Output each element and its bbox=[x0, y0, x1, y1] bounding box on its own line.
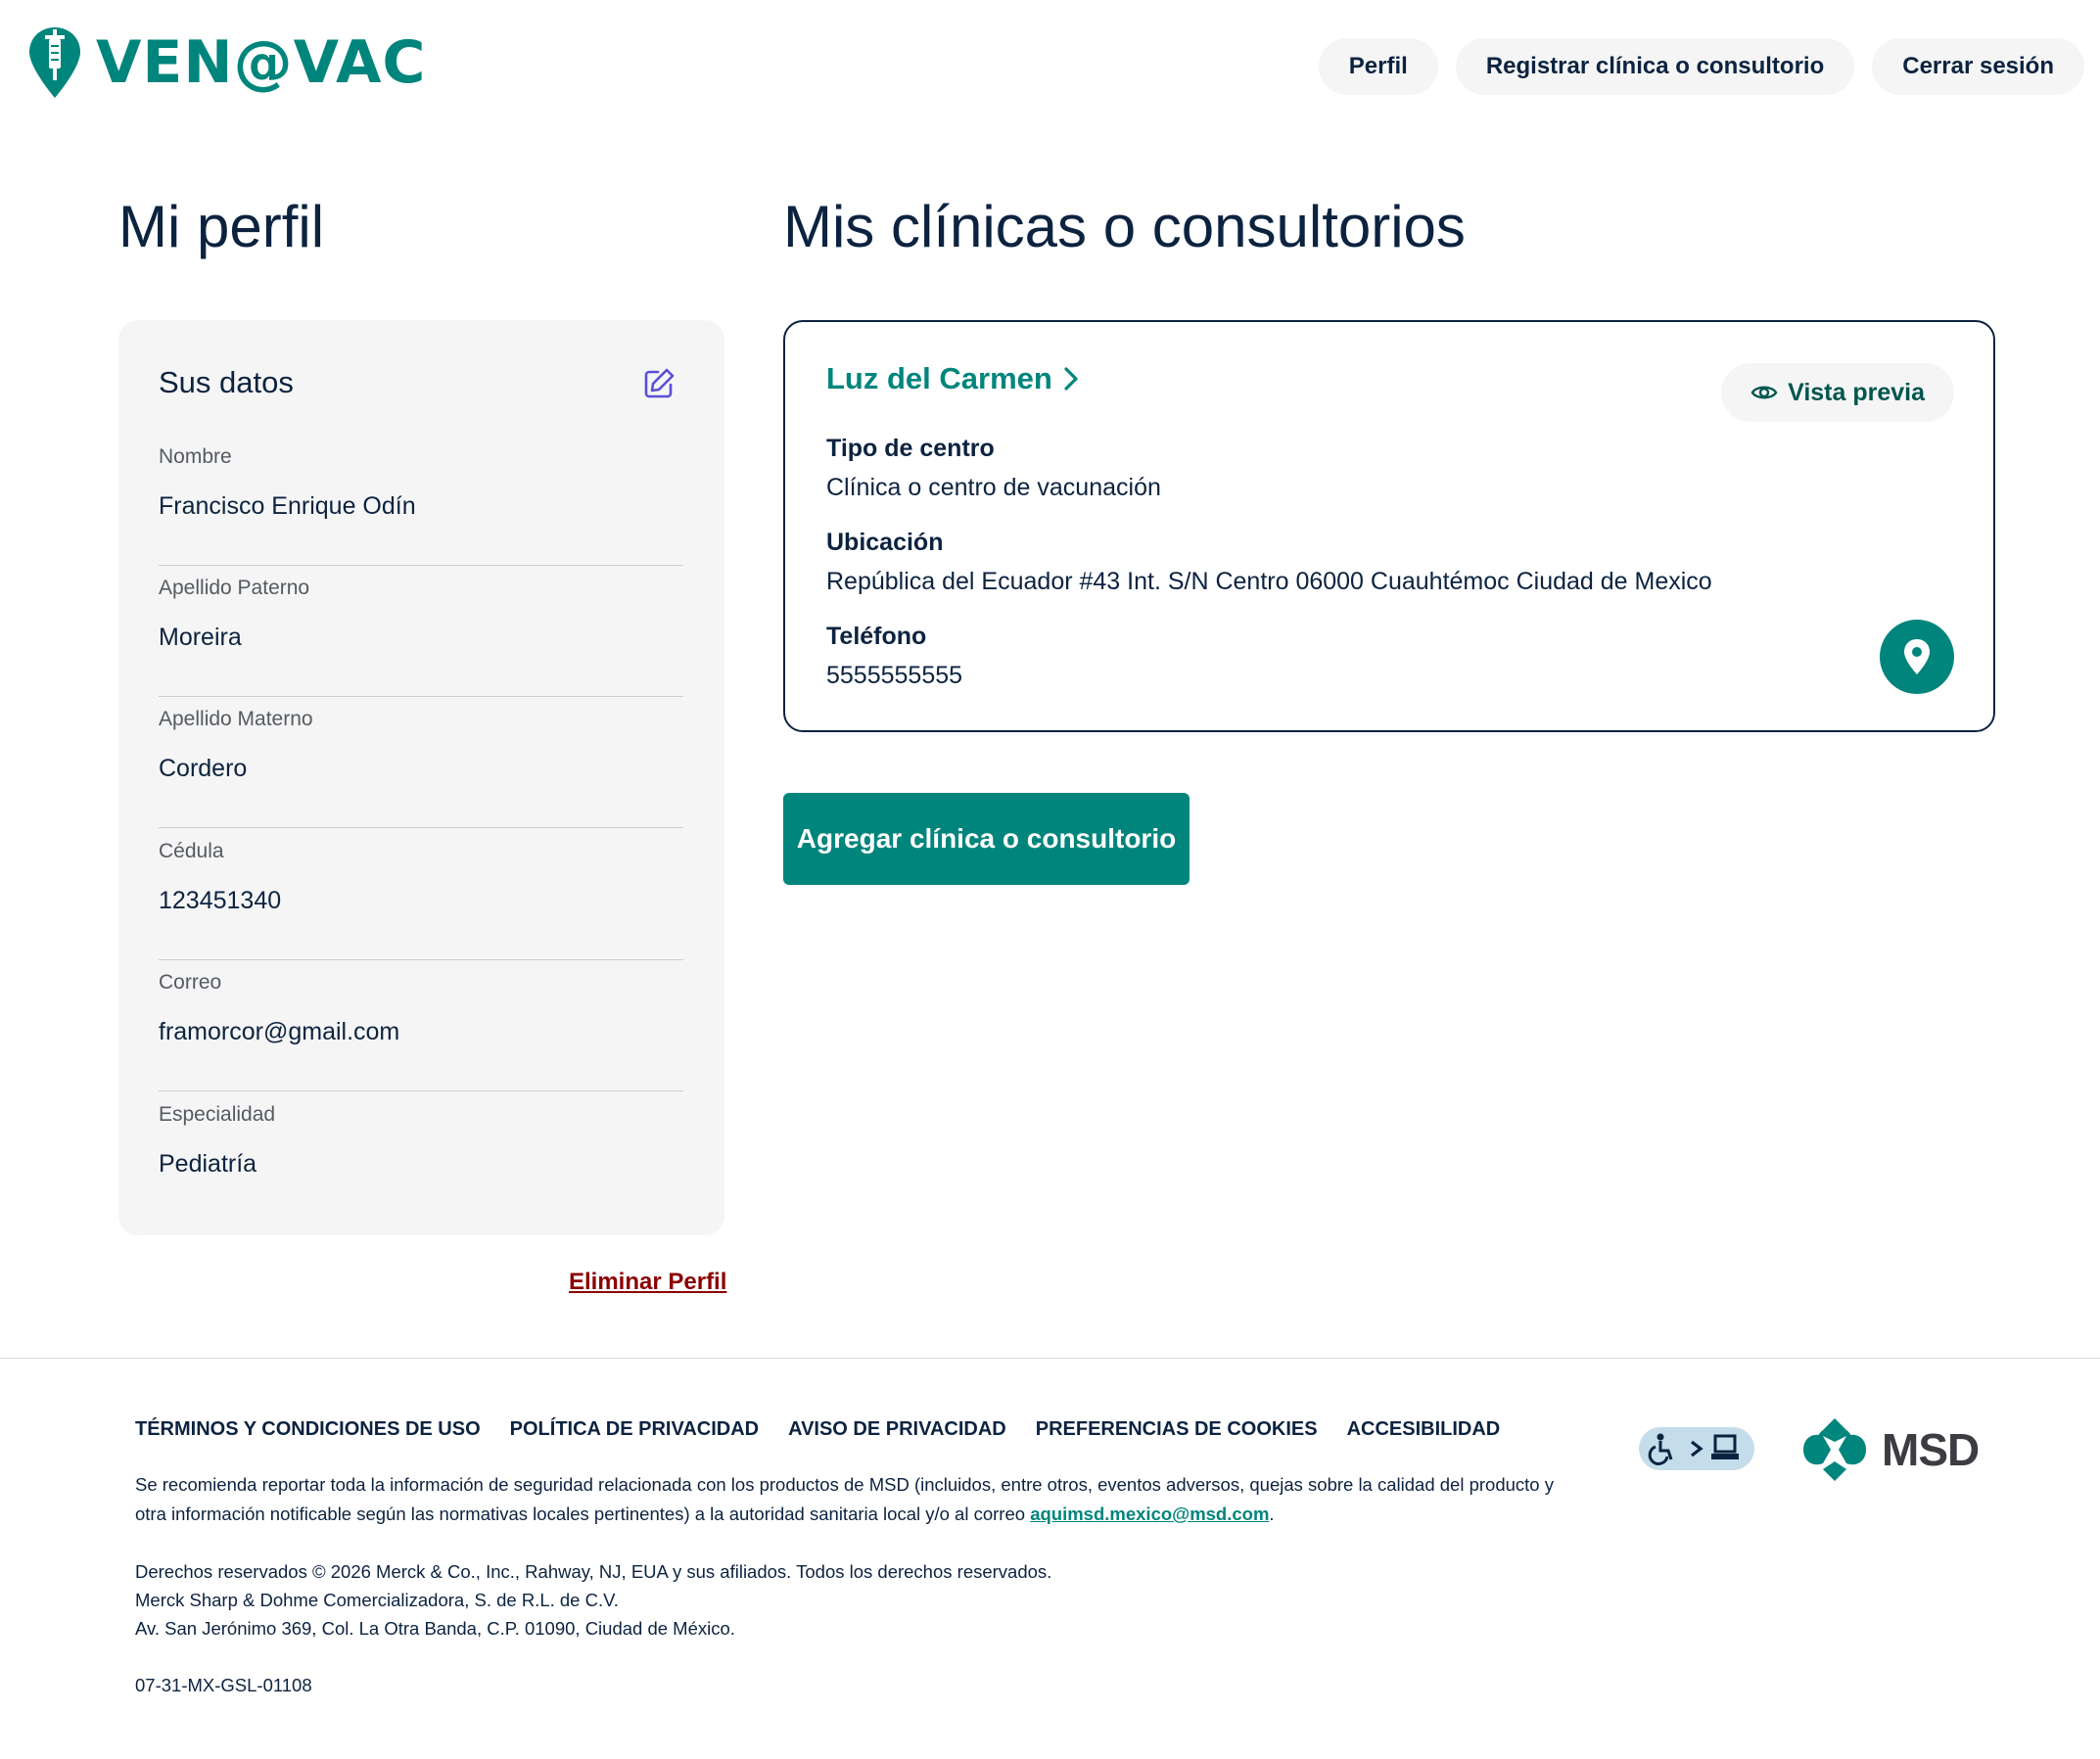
clinic-location-value: República del Ecuador #43 Int. S/N Centr… bbox=[826, 568, 1712, 595]
field-label: Apellido Materno bbox=[159, 708, 313, 730]
field-correo: Correo framorcor@gmail.com bbox=[159, 959, 683, 1091]
footer-code: 07-31-MX-GSL-01108 bbox=[135, 1675, 312, 1695]
field-value: framorcor@gmail.com bbox=[159, 1018, 400, 1045]
edit-icon[interactable] bbox=[642, 367, 676, 400]
footer-link-politica-privacidad[interactable]: POLÍTICA DE PRIVACIDAD bbox=[510, 1418, 759, 1441]
nav-cerrar-sesion-button[interactable]: Cerrar sesión bbox=[1872, 38, 2084, 95]
field-cedula: Cédula 123451340 bbox=[159, 828, 683, 960]
field-nombre: Nombre Francisco Enrique Odín bbox=[159, 434, 683, 566]
clinic-name: Luz del Carmen bbox=[826, 361, 1052, 395]
footer-company: Merck Sharp & Dohme Comercializadora, S.… bbox=[135, 1590, 619, 1610]
clinic-phone-value: 5555555555 bbox=[826, 662, 963, 689]
vaccine-pin-icon bbox=[29, 27, 80, 98]
logo-text: VEN@VAC bbox=[96, 28, 427, 97]
clinic-type-value: Clínica o centro de vacunación bbox=[826, 474, 1161, 501]
field-apellido-paterno: Apellido Paterno Moreira bbox=[159, 565, 683, 697]
field-especialidad: Especialidad Pediatría bbox=[159, 1091, 683, 1223]
field-label: Correo bbox=[159, 971, 222, 994]
footer-notice-end: . bbox=[1269, 1504, 1275, 1524]
field-value: Moreira bbox=[159, 624, 242, 651]
accessibility-icon[interactable] bbox=[1637, 1423, 1758, 1474]
preview-button[interactable]: Vista previa bbox=[1721, 363, 1954, 422]
chevron-right-icon bbox=[1064, 367, 1078, 391]
footer-links: TÉRMINOS Y CONDICIONES DE USO POLÍTICA D… bbox=[135, 1418, 1500, 1441]
top-nav: Perfil Registrar clínica o consultorio C… bbox=[1318, 38, 2084, 95]
footer-link-terminos[interactable]: TÉRMINOS Y CONDICIONES DE USO bbox=[135, 1418, 481, 1441]
field-label: Especialidad bbox=[159, 1103, 276, 1126]
footer-email-link[interactable]: aquimsd.mexico@msd.com bbox=[1030, 1504, 1269, 1524]
msd-logo[interactable]: MSD bbox=[1801, 1416, 1980, 1483]
footer-rights: Derechos reservados © 2026 Merck & Co., … bbox=[135, 1561, 1052, 1582]
profile-card-title: Sus datos bbox=[159, 365, 294, 399]
clinic-type-label: Tipo de centro bbox=[826, 435, 995, 462]
field-value: 123451340 bbox=[159, 887, 282, 914]
field-label: Apellido Paterno bbox=[159, 577, 310, 599]
field-apellido-materno: Apellido Materno Cordero bbox=[159, 696, 683, 828]
footer-divider bbox=[0, 1358, 2100, 1359]
location-pin-icon bbox=[1904, 639, 1930, 674]
profile-heading: Mi perfil bbox=[118, 194, 325, 259]
footer-link-cookies[interactable]: PREFERENCIAS DE COOKIES bbox=[1036, 1418, 1318, 1441]
delete-profile-link[interactable]: Eliminar Perfil bbox=[569, 1269, 726, 1296]
msd-logo-icon bbox=[1803, 1418, 1866, 1481]
clinics-heading: Mis clínicas o consultorios bbox=[783, 194, 1466, 259]
clinic-card: Luz del Carmen Vista previa Tipo de cent… bbox=[783, 320, 1995, 732]
field-value: Francisco Enrique Odín bbox=[159, 492, 416, 520]
field-value: Pediatría bbox=[159, 1150, 257, 1178]
footer-link-aviso-privacidad[interactable]: AVISO DE PRIVACIDAD bbox=[788, 1418, 1006, 1441]
nav-registrar-clinica-button[interactable]: Registrar clínica o consultorio bbox=[1455, 38, 1855, 95]
map-location-button[interactable] bbox=[1880, 620, 1954, 694]
clinic-location-label: Ubicación bbox=[826, 529, 944, 556]
footer-notice-line2: otra información notificable según las n… bbox=[135, 1500, 1275, 1528]
clinic-name-link[interactable]: Luz del Carmen bbox=[826, 361, 1080, 396]
field-value: Cordero bbox=[159, 755, 248, 782]
clinic-phone-label: Teléfono bbox=[826, 623, 927, 650]
field-label: Cédula bbox=[159, 840, 224, 862]
footer-notice-text: otra información notificable según las n… bbox=[135, 1504, 1026, 1524]
footer-address: Av. San Jerónimo 369, Col. La Otra Banda… bbox=[135, 1618, 735, 1639]
nav-perfil-button[interactable]: Perfil bbox=[1318, 38, 1438, 95]
field-label: Nombre bbox=[159, 445, 232, 468]
add-clinic-button[interactable]: Agregar clínica o consultorio bbox=[783, 793, 1190, 885]
footer-notice-line1: Se recomienda reportar toda la informaci… bbox=[135, 1474, 1554, 1495]
msd-logo-text: MSD bbox=[1882, 1424, 1980, 1475]
preview-label: Vista previa bbox=[1788, 378, 1925, 406]
profile-card: Sus datos Nombre Francisco Enrique Odín … bbox=[118, 320, 724, 1235]
footer-link-accesibilidad[interactable]: ACCESIBILIDAD bbox=[1347, 1418, 1501, 1441]
eye-icon bbox=[1750, 386, 1778, 399]
app-logo[interactable]: VEN@VAC bbox=[27, 25, 426, 100]
